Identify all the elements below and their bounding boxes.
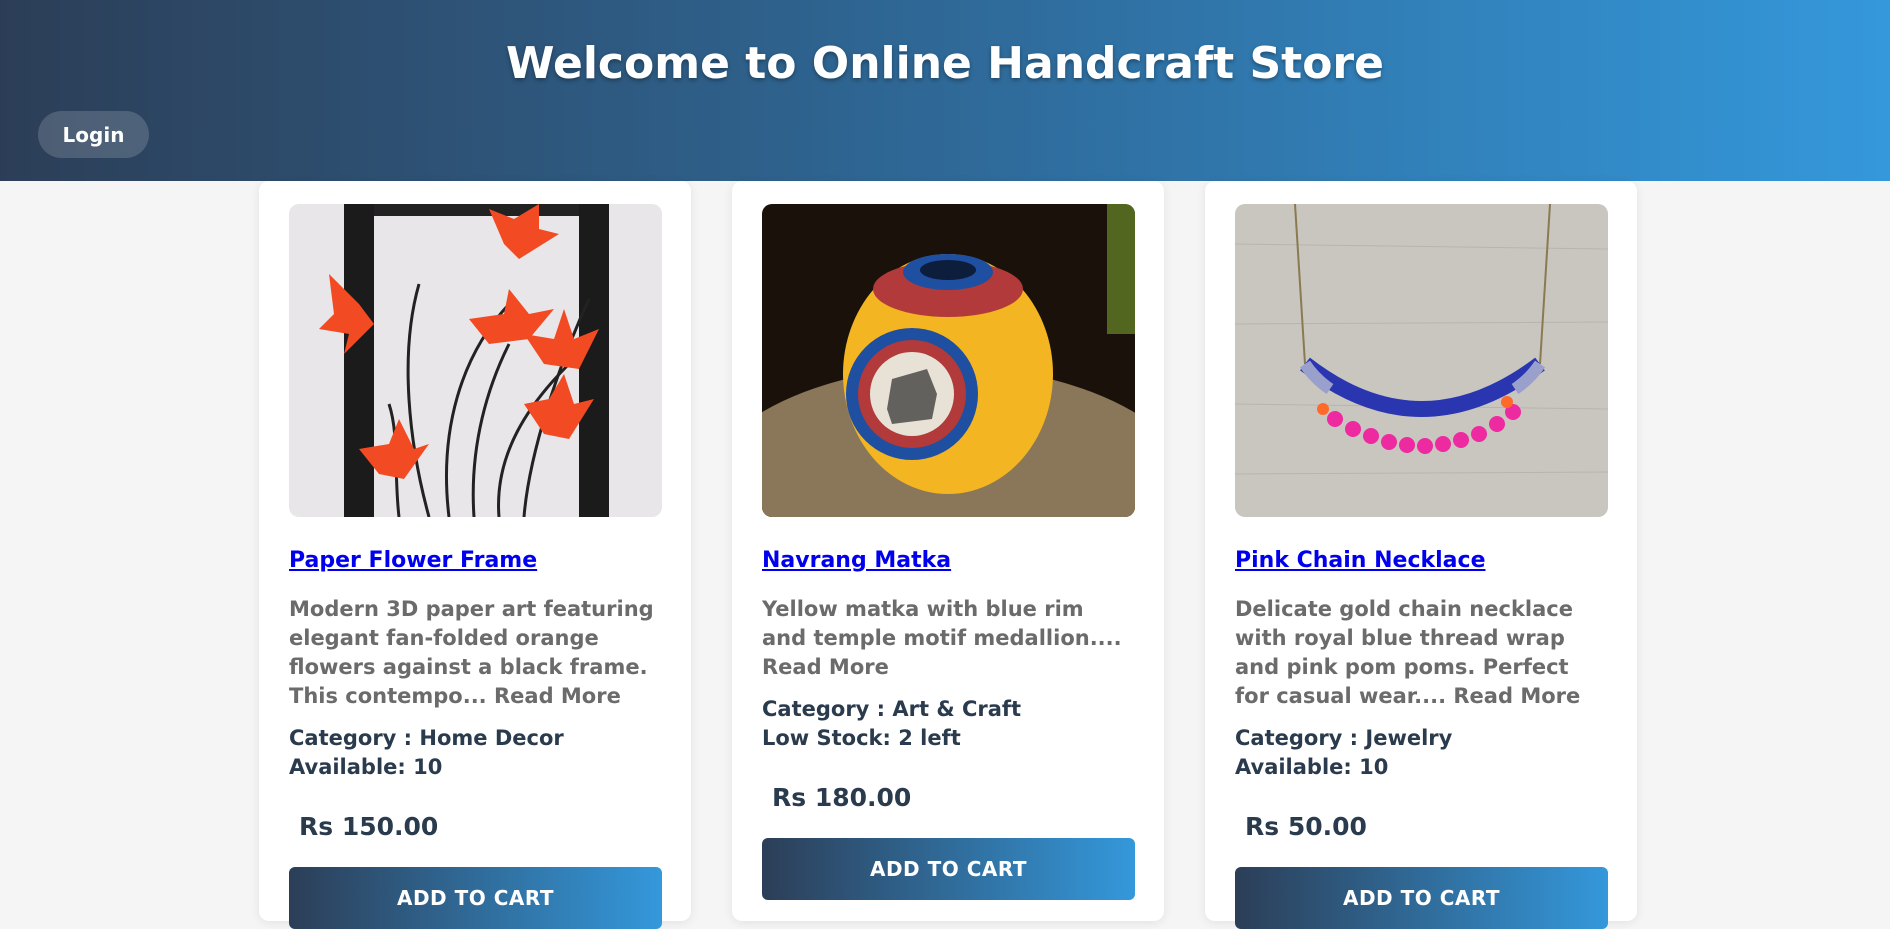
- product-stock: Low Stock: 2 left: [762, 726, 961, 750]
- description-text: Yellow matka with blue rim and temple mo…: [762, 597, 1122, 650]
- product-meta: Category : Art & Craft Low Stock: 2 left: [762, 695, 1135, 753]
- product-description: Modern 3D paper art featuring elegant fa…: [289, 595, 662, 711]
- product-card: Pink Chain Necklace Delicate gold chain …: [1205, 181, 1637, 929]
- add-to-cart-button[interactable]: ADD TO CART: [1235, 867, 1608, 929]
- product-category: Category : Jewelry: [1235, 726, 1453, 750]
- product-image[interactable]: [289, 204, 662, 517]
- product-price: Rs 150.00: [299, 812, 439, 841]
- login-button[interactable]: Login: [38, 111, 149, 158]
- site-header: Welcome to Online Handcraft Store Login: [0, 0, 1890, 181]
- product-image[interactable]: [1235, 204, 1608, 517]
- product-category: Category : Home Decor: [289, 726, 564, 750]
- product-stock: Available: 10: [289, 755, 443, 779]
- read-more-link[interactable]: Read More: [494, 684, 621, 708]
- product-category: Category : Art & Craft: [762, 697, 1022, 721]
- product-card: Paper Flower Frame Modern 3D paper art f…: [259, 181, 691, 929]
- read-more-link[interactable]: Read More: [1453, 684, 1580, 708]
- product-name-link[interactable]: Pink Chain Necklace: [1235, 548, 1486, 573]
- add-to-cart-button[interactable]: ADD TO CART: [762, 838, 1135, 900]
- product-description: Delicate gold chain necklace with royal …: [1235, 595, 1608, 711]
- product-stock: Available: 10: [1235, 755, 1389, 779]
- product-price: Rs 180.00: [772, 783, 912, 812]
- product-meta: Category : Jewelry Available: 10: [1235, 724, 1608, 782]
- product-name-link[interactable]: Paper Flower Frame: [289, 548, 537, 573]
- product-image[interactable]: [762, 204, 1135, 517]
- product-card: Navrang Matka Yellow matka with blue rim…: [732, 181, 1164, 921]
- page-title: Welcome to Online Handcraft Store: [506, 38, 1384, 89]
- product-name-link[interactable]: Navrang Matka: [762, 548, 951, 573]
- add-to-cart-button[interactable]: ADD TO CART: [289, 867, 662, 929]
- product-meta: Category : Home Decor Available: 10: [289, 724, 662, 782]
- product-price: Rs 50.00: [1245, 812, 1367, 841]
- read-more-link[interactable]: Read More: [762, 655, 889, 679]
- product-description: Yellow matka with blue rim and temple mo…: [762, 595, 1135, 682]
